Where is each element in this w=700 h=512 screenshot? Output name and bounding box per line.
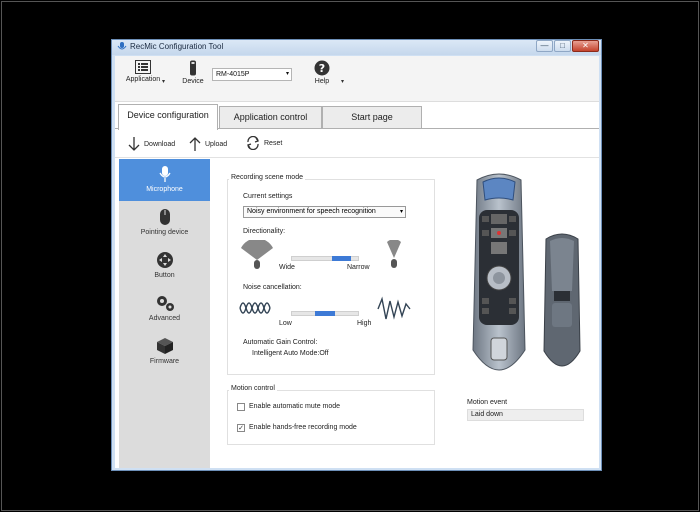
wave-high-icon: [377, 296, 411, 320]
motion-control-title: Motion control: [229, 385, 277, 392]
client-area: Application ▾ Device RM-4015P ▾ ? Help ▾…: [115, 56, 599, 468]
noise-low-label: Low: [279, 320, 292, 327]
current-settings-label: Current settings: [243, 193, 293, 200]
sidebar: Microphone Pointing device Button Advanc…: [119, 159, 210, 468]
noise-cancellation-slider-fill: [315, 311, 335, 316]
upload-button[interactable]: Upload: [188, 136, 227, 152]
sidebar-item-label: Microphone: [146, 186, 183, 193]
directionality-high-label: Narrow: [347, 264, 370, 271]
narrow-pattern-icon: [387, 240, 401, 268]
chevron-down-icon[interactable]: ▾: [162, 78, 165, 85]
main-tabs: Device configuration Application control…: [115, 104, 599, 130]
handsfree-checkbox[interactable]: ✓: [237, 424, 245, 432]
device-button[interactable]: Device: [180, 60, 206, 85]
gears-icon: [156, 296, 174, 311]
main-toolbar: Application ▾ Device RM-4015P ▾ ? Help ▾: [115, 56, 599, 102]
app-window: RecMic Configuration Tool — □ ✕ Applicat…: [111, 39, 602, 471]
directionality-label: Directionality:: [243, 228, 286, 235]
directionality-slider[interactable]: [291, 256, 359, 261]
arrow-down-icon: [128, 137, 140, 151]
application-label: Application: [125, 76, 161, 83]
device-select-value: RM-4015P: [216, 71, 250, 78]
download-button[interactable]: Download: [127, 136, 175, 152]
device-select[interactable]: RM-4015P ▾: [212, 68, 292, 81]
chevron-down-icon: ▾: [399, 209, 403, 215]
sidebar-item-advanced[interactable]: Advanced: [119, 288, 210, 330]
sidebar-item-label: Firmware: [149, 358, 180, 365]
sidebar-item-button[interactable]: Button: [119, 245, 210, 287]
arrow-up-icon: [189, 137, 201, 151]
help-button[interactable]: ? Help: [309, 60, 335, 85]
sidebar-item-label: Pointing device: [140, 229, 189, 236]
action-bar: Download Upload Reset: [115, 130, 599, 158]
sidebar-item-pointing-device[interactable]: Pointing device: [119, 202, 210, 244]
wave-low-icon: [239, 302, 271, 314]
wide-pattern-icon: [241, 240, 273, 269]
microphone-icon: [158, 166, 171, 182]
agc-value: Intelligent Auto Mode:Off: [252, 350, 329, 357]
svg-text:?: ?: [319, 62, 325, 75]
upload-label: Upload: [205, 140, 228, 148]
auto-mute-checkbox[interactable]: [237, 403, 245, 411]
current-settings-value: Noisy environment for speech recognition: [247, 208, 376, 215]
tab-application-control[interactable]: Application control: [219, 106, 322, 129]
app-icon: [117, 42, 127, 50]
tab-device-configuration[interactable]: Device configuration: [118, 104, 218, 130]
list-icon: [135, 60, 151, 74]
window-title: RecMic Configuration Tool: [130, 42, 224, 51]
cube-icon: [156, 338, 173, 354]
tab-start-page[interactable]: Start page: [322, 106, 422, 129]
current-settings-select[interactable]: Noisy environment for speech recognition…: [243, 206, 406, 218]
sidebar-item-firmware[interactable]: Firmware: [119, 331, 210, 373]
directionality-low-label: Wide: [279, 264, 295, 271]
chevron-down-icon: ▾: [285, 71, 289, 77]
recmic-back-image: [543, 233, 581, 367]
refresh-icon: [247, 136, 259, 150]
recmic-device-image: [472, 173, 526, 371]
title-bar: RecMic Configuration Tool — □ ✕: [112, 40, 601, 55]
help-label: Help: [314, 78, 330, 85]
dpad-icon: [156, 252, 173, 268]
motion-control-panel: [227, 390, 435, 445]
auto-mute-label: Enable automatic mute mode: [249, 403, 341, 410]
noise-cancellation-slider[interactable]: [291, 311, 359, 316]
mouse-icon: [159, 209, 170, 225]
help-icon: ?: [314, 60, 330, 76]
motion-event-value: Laid down: [467, 409, 584, 421]
maximize-button[interactable]: □: [554, 40, 571, 52]
agc-label: Automatic Gain Control:: [243, 339, 318, 346]
handsfree-label: Enable hands-free recording mode: [249, 424, 357, 431]
sidebar-item-label: Advanced: [148, 315, 181, 322]
noise-high-label: High: [357, 320, 372, 327]
minimize-button[interactable]: —: [536, 40, 553, 52]
download-label: Download: [144, 140, 176, 148]
reset-button[interactable]: Reset: [245, 136, 282, 150]
reset-label: Reset: [264, 139, 283, 147]
recording-scene-title: Recording scene mode: [229, 174, 305, 181]
application-menu-button[interactable]: Application: [125, 60, 161, 83]
sidebar-item-microphone[interactable]: Microphone: [119, 159, 210, 201]
close-button[interactable]: ✕: [572, 40, 599, 52]
device-label: Device: [182, 78, 204, 85]
device-icon: [190, 60, 196, 76]
motion-event-label: Motion event: [467, 399, 508, 406]
chevron-down-icon[interactable]: ▾: [341, 78, 344, 85]
directionality-slider-fill: [331, 256, 352, 261]
sidebar-item-label: Button: [154, 272, 175, 279]
noise-cancellation-label: Noise cancellation:: [243, 284, 302, 291]
